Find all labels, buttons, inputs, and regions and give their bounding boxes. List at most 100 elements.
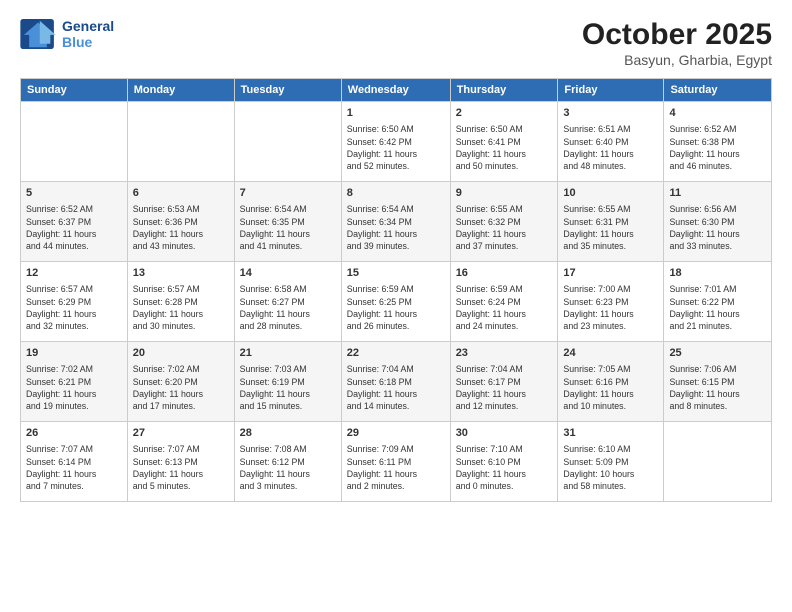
day-number: 27: [133, 426, 229, 441]
day-cell: 3 Sunrise: 6:51 AM Sunset: 6:40 PM Daylig…: [558, 102, 664, 182]
day-info: Sunrise: 7:03 AM Sunset: 6:19 PM Dayligh…: [240, 363, 336, 412]
day-number: 26: [26, 426, 122, 441]
day-info: Sunrise: 7:07 AM Sunset: 6:14 PM Dayligh…: [26, 443, 122, 492]
day-number: 13: [133, 266, 229, 281]
logo: General Blue: [20, 18, 114, 50]
weekday-header-thursday: Thursday: [450, 79, 558, 102]
day-info: Sunrise: 6:58 AM Sunset: 6:27 PM Dayligh…: [240, 283, 336, 332]
day-number: 11: [669, 186, 766, 201]
page: General Blue October 2025 Basyun, Gharbi…: [0, 0, 792, 612]
day-cell: 11Sunrise: 6:56 AM Sunset: 6:30 PM Dayli…: [664, 182, 772, 262]
week-row-2: 5 Sunrise: 6:52 AM Sunset: 6:37 PM Daylig…: [21, 182, 772, 262]
day-number: 22: [347, 346, 445, 361]
day-info: Sunrise: 7:10 AM Sunset: 6:10 PM Dayligh…: [456, 443, 553, 492]
day-number: 14: [240, 266, 336, 281]
day-number: 23: [456, 346, 553, 361]
weekday-header-wednesday: Wednesday: [341, 79, 450, 102]
day-cell: 8Sunrise: 6:54 AM Sunset: 6:34 PM Daylig…: [341, 182, 450, 262]
day-number: 10: [563, 186, 658, 201]
weekday-header-sunday: Sunday: [21, 79, 128, 102]
weekday-header-saturday: Saturday: [664, 79, 772, 102]
day-info: Sunrise: 6:54 AM Sunset: 6:34 PM Dayligh…: [347, 203, 445, 252]
day-info: Sunrise: 7:00 AM Sunset: 6:23 PM Dayligh…: [563, 283, 658, 332]
day-number: 6: [133, 186, 229, 201]
day-cell: 19 Sunrise: 7:02 AM Sunset: 6:21 PM Dayli…: [21, 342, 128, 422]
day-cell: 10Sunrise: 6:55 AM Sunset: 6:31 PM Dayli…: [558, 182, 664, 262]
header: General Blue October 2025 Basyun, Gharbi…: [20, 18, 772, 68]
day-cell: 20 Sunrise: 7:02 AM Sunset: 6:20 PM Dayli…: [127, 342, 234, 422]
day-cell: 24Sunrise: 7:05 AM Sunset: 6:16 PM Dayli…: [558, 342, 664, 422]
day-cell: 15 Sunrise: 6:59 AM Sunset: 6:25 PM Dayli…: [341, 262, 450, 342]
day-info: Sunrise: 6:52 AM Sunset: 6:37 PM Dayligh…: [26, 203, 122, 252]
calendar-table: SundayMondayTuesdayWednesdayThursdayFrid…: [20, 78, 772, 502]
day-cell: 27Sunrise: 7:07 AM Sunset: 6:13 PM Dayli…: [127, 422, 234, 502]
day-info: Sunrise: 7:08 AM Sunset: 6:12 PM Dayligh…: [240, 443, 336, 492]
day-info: Sunrise: 7:06 AM Sunset: 6:15 PM Dayligh…: [669, 363, 766, 412]
day-info: Sunrise: 6:57 AM Sunset: 6:29 PM Dayligh…: [26, 283, 122, 332]
weekday-header-tuesday: Tuesday: [234, 79, 341, 102]
day-number: 29: [347, 426, 445, 441]
day-cell: [234, 102, 341, 182]
day-number: 7: [240, 186, 336, 201]
week-row-3: 12 Sunrise: 6:57 AM Sunset: 6:29 PM Dayli…: [21, 262, 772, 342]
day-info: Sunrise: 6:59 AM Sunset: 6:25 PM Dayligh…: [347, 283, 445, 332]
location: Basyun, Gharbia, Egypt: [582, 52, 772, 68]
day-info: Sunrise: 6:10 AM Sunset: 5:09 PM Dayligh…: [563, 443, 658, 492]
day-number: 2: [456, 106, 553, 121]
month-title: October 2025: [582, 18, 772, 52]
weekday-header-row: SundayMondayTuesdayWednesdayThursdayFrid…: [21, 79, 772, 102]
day-info: Sunrise: 6:54 AM Sunset: 6:35 PM Dayligh…: [240, 203, 336, 252]
day-cell: 12 Sunrise: 6:57 AM Sunset: 6:29 PM Dayli…: [21, 262, 128, 342]
day-number: 30: [456, 426, 553, 441]
day-cell: 14 Sunrise: 6:58 AM Sunset: 6:27 PM Dayli…: [234, 262, 341, 342]
day-info: Sunrise: 6:52 AM Sunset: 6:38 PM Dayligh…: [669, 123, 766, 172]
day-number: 9: [456, 186, 553, 201]
day-number: 16: [456, 266, 553, 281]
day-cell: [21, 102, 128, 182]
day-cell: 26 Sunrise: 7:07 AM Sunset: 6:14 PM Dayli…: [21, 422, 128, 502]
logo-text: General Blue: [62, 18, 114, 50]
day-cell: 21 Sunrise: 7:03 AM Sunset: 6:19 PM Dayli…: [234, 342, 341, 422]
day-number: 21: [240, 346, 336, 361]
day-number: 4: [669, 106, 766, 121]
day-info: Sunrise: 7:01 AM Sunset: 6:22 PM Dayligh…: [669, 283, 766, 332]
day-info: Sunrise: 6:53 AM Sunset: 6:36 PM Dayligh…: [133, 203, 229, 252]
logo-icon: [20, 19, 56, 49]
day-number: 15: [347, 266, 445, 281]
day-cell: 31Sunrise: 6:10 AM Sunset: 5:09 PM Dayli…: [558, 422, 664, 502]
week-row-4: 19 Sunrise: 7:02 AM Sunset: 6:21 PM Dayli…: [21, 342, 772, 422]
day-number: 12: [26, 266, 122, 281]
day-number: 3: [563, 106, 658, 121]
day-number: 5: [26, 186, 122, 201]
week-row-1: 1Sunrise: 6:50 AM Sunset: 6:42 PM Daylig…: [21, 102, 772, 182]
day-cell: 22Sunrise: 7:04 AM Sunset: 6:18 PM Dayli…: [341, 342, 450, 422]
day-cell: [127, 102, 234, 182]
day-cell: 25Sunrise: 7:06 AM Sunset: 6:15 PM Dayli…: [664, 342, 772, 422]
day-cell: 4 Sunrise: 6:52 AM Sunset: 6:38 PM Daylig…: [664, 102, 772, 182]
day-cell: 28Sunrise: 7:08 AM Sunset: 6:12 PM Dayli…: [234, 422, 341, 502]
day-info: Sunrise: 6:50 AM Sunset: 6:42 PM Dayligh…: [347, 123, 445, 172]
day-cell: 30 Sunrise: 7:10 AM Sunset: 6:10 PM Dayli…: [450, 422, 558, 502]
weekday-header-monday: Monday: [127, 79, 234, 102]
day-info: Sunrise: 7:02 AM Sunset: 6:20 PM Dayligh…: [133, 363, 229, 412]
day-info: Sunrise: 6:55 AM Sunset: 6:32 PM Dayligh…: [456, 203, 553, 252]
day-info: Sunrise: 6:59 AM Sunset: 6:24 PM Dayligh…: [456, 283, 553, 332]
title-block: October 2025 Basyun, Gharbia, Egypt: [582, 18, 772, 68]
day-cell: 23Sunrise: 7:04 AM Sunset: 6:17 PM Dayli…: [450, 342, 558, 422]
day-cell: 1Sunrise: 6:50 AM Sunset: 6:42 PM Daylig…: [341, 102, 450, 182]
day-number: 18: [669, 266, 766, 281]
day-info: Sunrise: 6:57 AM Sunset: 6:28 PM Dayligh…: [133, 283, 229, 332]
day-number: 20: [133, 346, 229, 361]
day-info: Sunrise: 7:05 AM Sunset: 6:16 PM Dayligh…: [563, 363, 658, 412]
day-cell: 7 Sunrise: 6:54 AM Sunset: 6:35 PM Daylig…: [234, 182, 341, 262]
day-number: 19: [26, 346, 122, 361]
day-number: 17: [563, 266, 658, 281]
day-info: Sunrise: 7:02 AM Sunset: 6:21 PM Dayligh…: [26, 363, 122, 412]
day-cell: 9 Sunrise: 6:55 AM Sunset: 6:32 PM Daylig…: [450, 182, 558, 262]
day-cell: 17 Sunrise: 7:00 AM Sunset: 6:23 PM Dayli…: [558, 262, 664, 342]
day-info: Sunrise: 6:51 AM Sunset: 6:40 PM Dayligh…: [563, 123, 658, 172]
weekday-header-friday: Friday: [558, 79, 664, 102]
day-cell: 2Sunrise: 6:50 AM Sunset: 6:41 PM Daylig…: [450, 102, 558, 182]
day-cell: 16 Sunrise: 6:59 AM Sunset: 6:24 PM Dayli…: [450, 262, 558, 342]
day-cell: 6 Sunrise: 6:53 AM Sunset: 6:36 PM Daylig…: [127, 182, 234, 262]
